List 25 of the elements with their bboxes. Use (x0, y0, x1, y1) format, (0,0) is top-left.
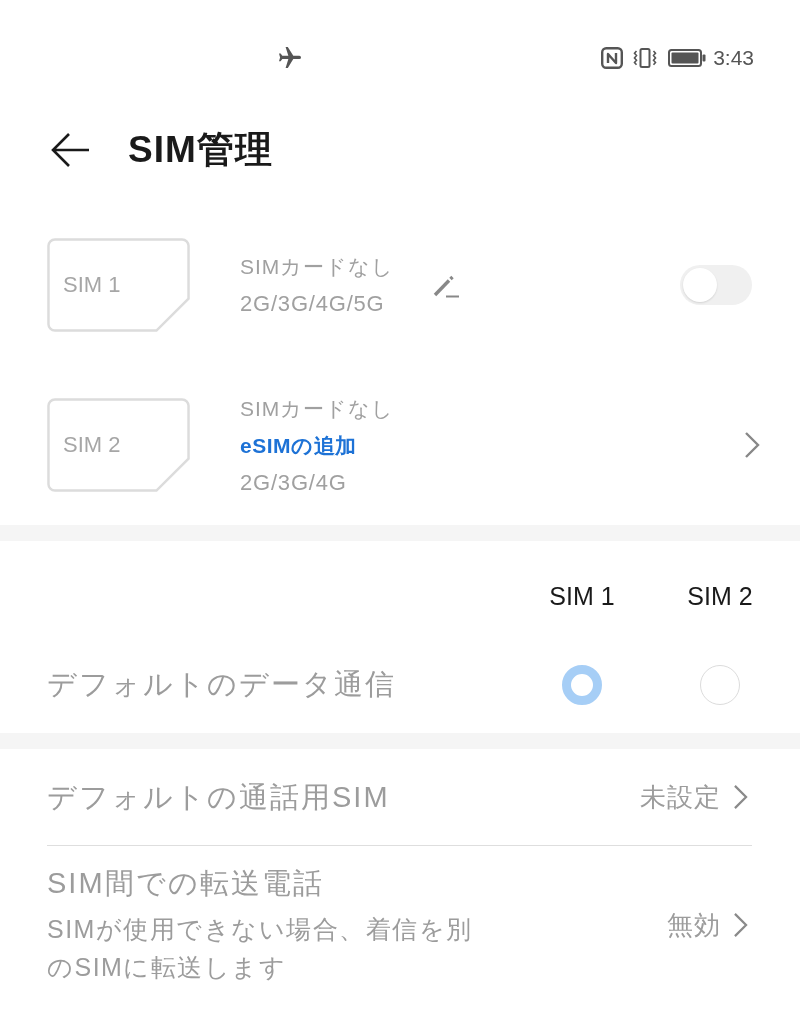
network-types: 2G/3G/4G/5G (240, 290, 385, 318)
chevron-right-icon[interactable] (744, 431, 760, 459)
sim-toggle[interactable] (680, 265, 752, 305)
nfc-icon (601, 47, 624, 69)
edit-icon[interactable] (432, 274, 460, 298)
status-time: 3:43 (713, 46, 754, 70)
setting-description: SIMが使用できない場合、着信を別のSIMに転送します (47, 914, 474, 983)
back-arrow-icon[interactable] (50, 132, 90, 168)
sim-status: SIMカードなし (240, 395, 395, 422)
add-esim-link[interactable]: eSIMの追加 (240, 426, 357, 464)
sim-status: SIMカードなし (240, 254, 395, 280)
chevron-right-icon[interactable] (733, 784, 748, 810)
sim-card-label: SIM 2 (63, 432, 121, 458)
setting-value: 無効 (667, 908, 721, 942)
page-title: SIM管理 (128, 128, 273, 172)
network-types: 2G/3G/4G (240, 468, 347, 497)
sim-card-label: SIM 1 (63, 272, 121, 298)
setting-label: デフォルトのデータ通信 (47, 667, 397, 702)
column-header: SIM 1 (549, 581, 615, 611)
battery-icon (668, 49, 707, 67)
column-header: SIM 2 (687, 581, 753, 611)
vibrate-icon (633, 47, 658, 69)
airplane-icon (279, 47, 301, 69)
chevron-right-icon[interactable] (733, 912, 748, 938)
setting-value: 未設定 (640, 780, 721, 814)
